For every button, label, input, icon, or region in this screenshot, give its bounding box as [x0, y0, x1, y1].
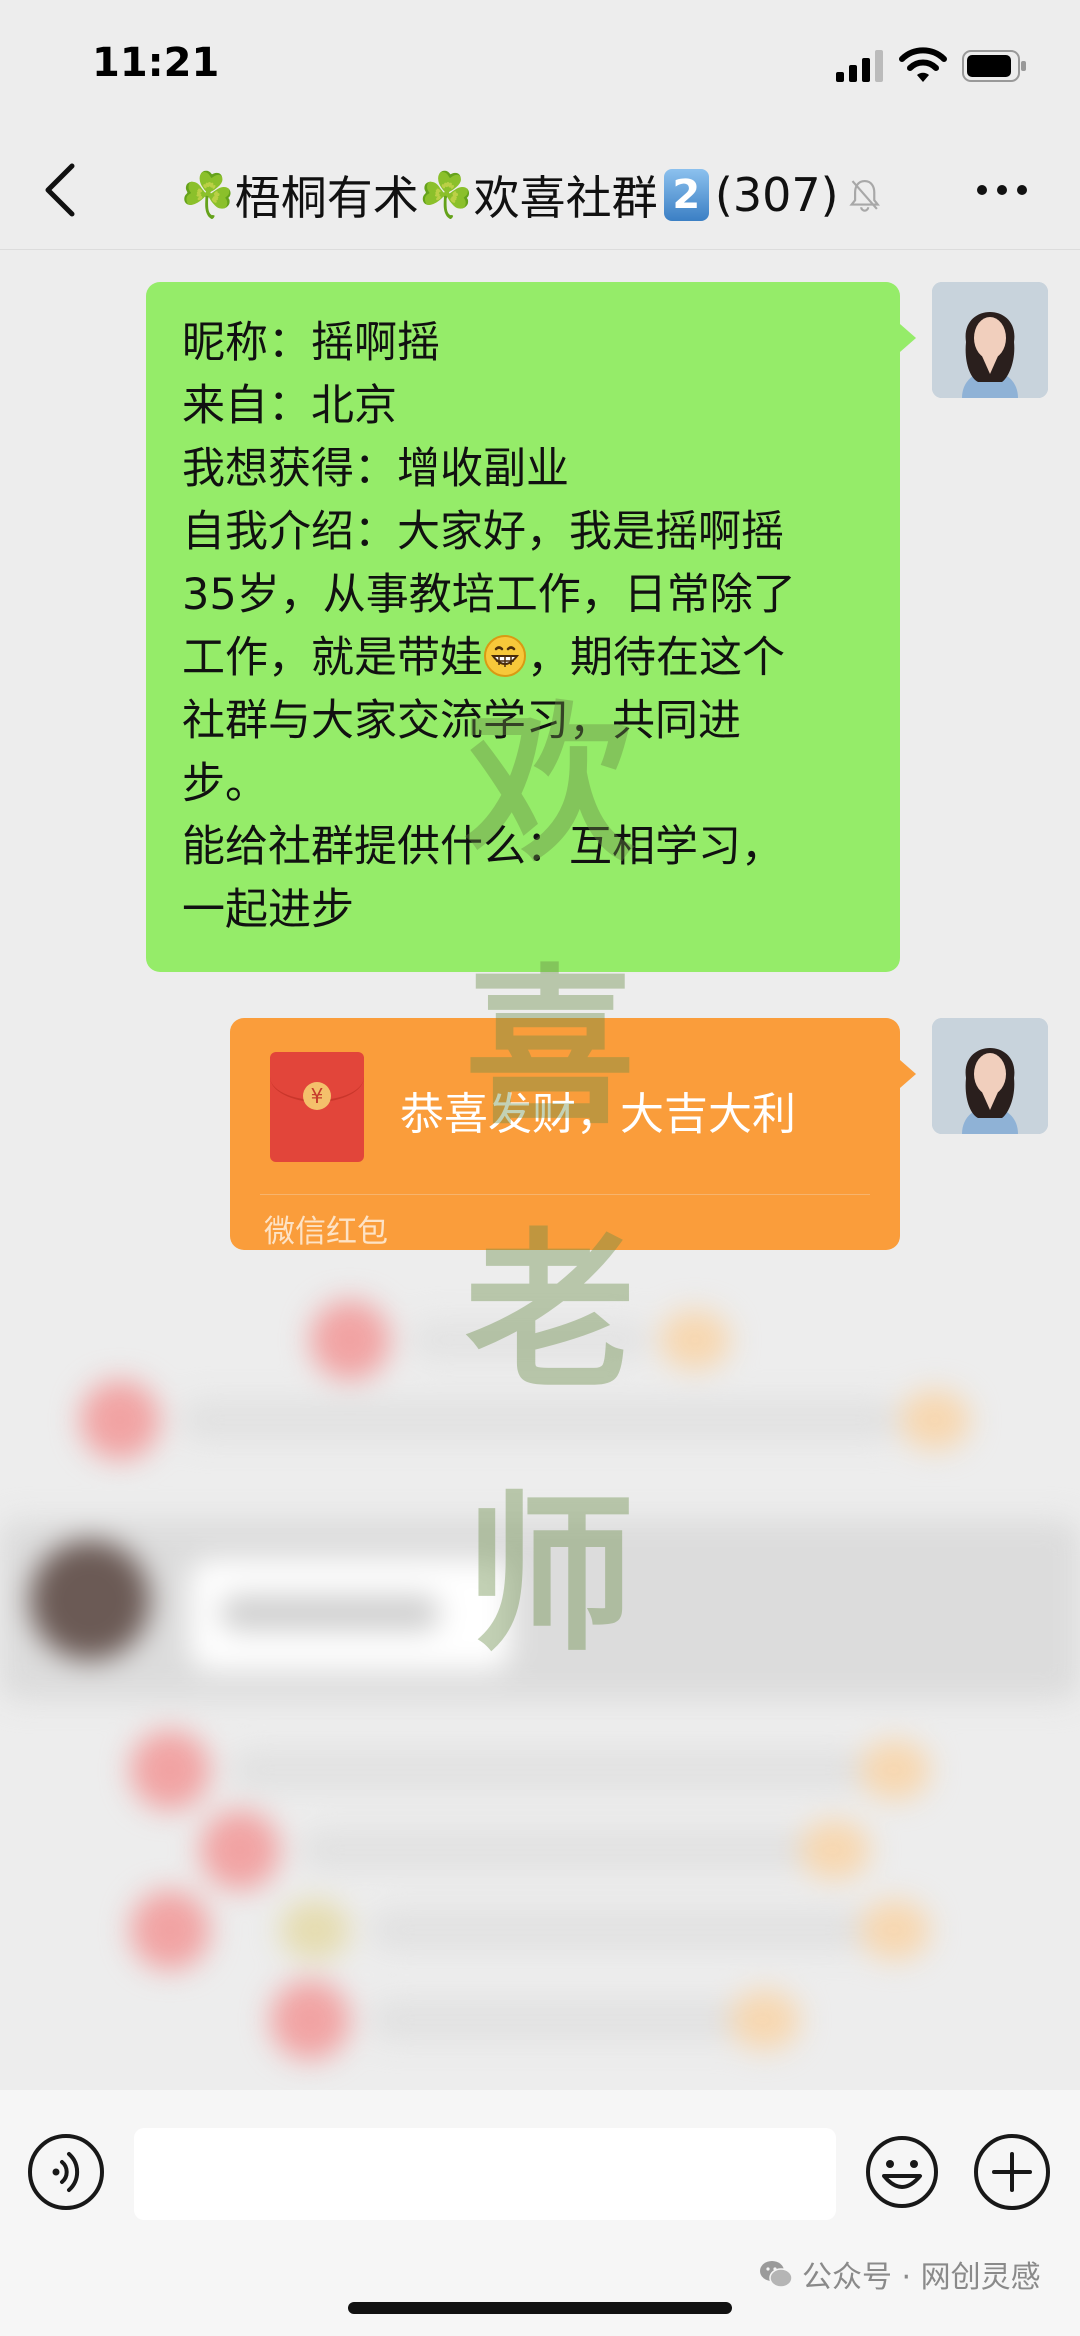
status-bar: 11:21 [0, 0, 1080, 130]
red-packet-message[interactable]: ¥ 恭喜发财，大吉大利 微信红包 [230, 1018, 916, 1250]
wechat-icon [760, 2261, 793, 2288]
wifi-icon [899, 47, 947, 82]
number-badge: 2 [663, 169, 709, 221]
avatar[interactable] [932, 282, 1048, 398]
message-text: 工作，就是带娃 [182, 633, 483, 683]
divider [260, 1194, 870, 1195]
title-part-1: 梧桐有术 [234, 171, 419, 225]
clover-emoji: ☘️ [180, 170, 235, 221]
red-packet-icon: ¥ [270, 1052, 364, 1162]
message-line: 社群与大家交流学习，共同进 [182, 696, 741, 746]
bell-off-icon [848, 179, 880, 212]
red-packet-label: 微信红包 [264, 1214, 388, 1250]
message-line: 工作，就是带娃 ，期待在这个 [182, 627, 862, 690]
avatar[interactable] [932, 1018, 1048, 1134]
coin-icon: ¥ [303, 1082, 331, 1110]
member-count: (307) [714, 168, 839, 222]
message-text: ，期待在这个 [527, 633, 785, 683]
blurred-messages [0, 1270, 1080, 2120]
emoji-icon[interactable] [864, 2134, 940, 2210]
plus-icon[interactable] [974, 2134, 1050, 2210]
message-line: 步。 [182, 759, 268, 809]
red-packet-title: 恭喜发财，大吉大利 [400, 1089, 796, 1140]
message-line: 能给社群提供什么：互相学习， [182, 822, 784, 872]
footer-source: 公众号 · 网创灵感 [802, 2260, 1041, 2295]
input-bar: 公众号 · 网创灵感 [0, 2090, 1080, 2336]
chevron-left-icon[interactable] [38, 160, 84, 220]
title-part-2: 欢喜社群 [473, 171, 658, 225]
voice-icon[interactable] [28, 2134, 104, 2210]
clover-emoji: ☘️ [418, 170, 474, 221]
message-line: 昵称：摇啊摇 [182, 318, 440, 368]
chat-title[interactable]: ☘️ 梧桐有术 ☘️ 欢喜社群 2 (307) [180, 162, 880, 228]
message-line: 一起进步 [182, 885, 354, 935]
home-indicator[interactable] [348, 2302, 732, 2314]
message-input[interactable] [134, 2128, 836, 2220]
more-dots-icon[interactable] [976, 180, 1028, 200]
message-line: 我想获得：增收副业 [182, 444, 569, 494]
chat-header: ☘️ 梧桐有术 ☘️ 欢喜社群 2 (307) [0, 130, 1080, 250]
signal-icon [836, 50, 883, 82]
battery-icon [962, 50, 1026, 82]
message-line: 35岁，从事教培工作，日常除了 [182, 570, 796, 620]
grinning-face-emoji [484, 635, 526, 677]
message-line: 来自：北京 [182, 381, 397, 431]
status-time: 11:21 [92, 40, 220, 86]
message-bubble[interactable]: 昵称：摇啊摇 来自：北京 我想获得：增收副业 自我介绍：大家好，我是摇啊摇 35… [146, 282, 916, 972]
footer-watermark: 公众号 · 网创灵感 [758, 2252, 1041, 2296]
message-line: 自我介绍：大家好，我是摇啊摇 [182, 507, 784, 557]
